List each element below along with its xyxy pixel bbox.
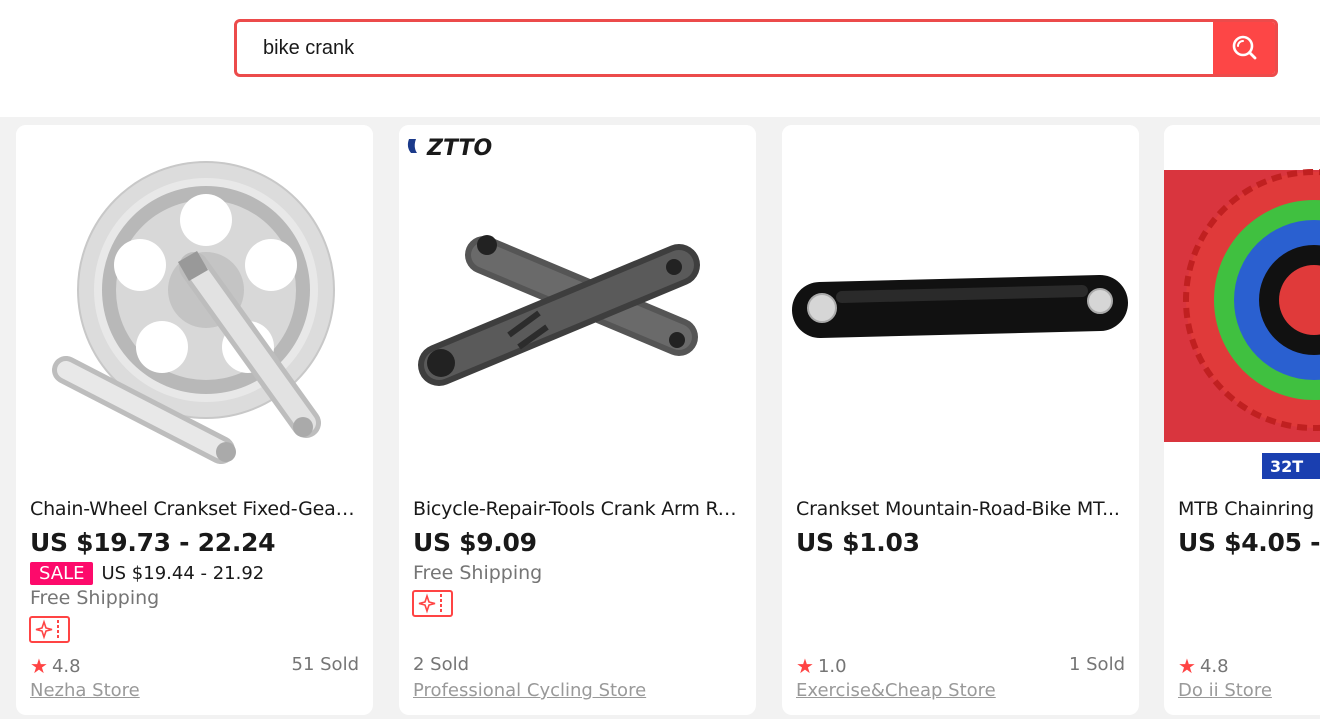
product-card[interactable]: Crankset Mountain-Road-Bike MT... US $1.… bbox=[782, 125, 1139, 715]
product-price: US $9.09 bbox=[413, 528, 537, 557]
product-image[interactable] bbox=[782, 125, 1139, 482]
rating-value: 1.0 bbox=[817, 655, 847, 677]
search-icon bbox=[1232, 35, 1257, 60]
size-badge: 32T bbox=[1270, 457, 1303, 476]
product-image[interactable] bbox=[16, 125, 373, 482]
store-link[interactable]: Nezha Store bbox=[30, 680, 140, 701]
search-button[interactable] bbox=[1213, 22, 1275, 74]
coupon-icon bbox=[29, 616, 70, 643]
product-rating: ★ 1.0 bbox=[796, 654, 847, 678]
sale-price: US $19.44 - 21.92 bbox=[101, 563, 265, 584]
search-bar bbox=[234, 19, 1278, 77]
product-price: US $4.05 - 5 bbox=[1178, 528, 1320, 557]
rating-value: 4.8 bbox=[1199, 655, 1229, 677]
product-price: US $19.73 - 22.24 bbox=[30, 528, 276, 557]
product-card[interactable]: Chain-Wheel Crankset Fixed-Gear ... US $… bbox=[16, 125, 373, 715]
shipping-info: Free Shipping bbox=[30, 587, 160, 609]
search-input[interactable] bbox=[237, 22, 1217, 74]
star-icon: ★ bbox=[30, 654, 48, 678]
shipping-info: Free Shipping bbox=[413, 562, 543, 584]
brand-logo-text: ZTTO bbox=[426, 136, 492, 161]
search-header bbox=[0, 0, 1320, 117]
store-link[interactable]: Professional Cycling Store bbox=[413, 680, 646, 701]
store-link[interactable]: Exercise&Cheap Store bbox=[796, 680, 996, 701]
store-link[interactable]: Do ii Store bbox=[1178, 680, 1272, 701]
product-title[interactable]: MTB Chainring C bbox=[1178, 498, 1320, 520]
product-title[interactable]: Chain-Wheel Crankset Fixed-Gear ... bbox=[30, 498, 360, 520]
product-image[interactable]: ZTTO bbox=[399, 125, 756, 482]
coupon-icon bbox=[412, 590, 453, 617]
sold-count: 2 Sold bbox=[413, 654, 470, 675]
product-title[interactable]: Bicycle-Repair-Tools Crank Arm Ro... bbox=[413, 498, 743, 520]
sale-row: SALE US $19.44 - 21.92 bbox=[30, 562, 264, 585]
sale-badge: SALE bbox=[30, 562, 94, 585]
product-card[interactable]: ZTTO Bicycle-Repair-Tools Crank Arm Ro..… bbox=[399, 125, 756, 715]
star-icon: ★ bbox=[796, 654, 814, 678]
product-image[interactable]: 32T bbox=[1164, 125, 1320, 482]
product-rating: ★ 4.8 bbox=[30, 654, 81, 678]
product-card[interactable]: 32T MTB Chainring C US $4.05 - 5 ★ 4.8 D… bbox=[1164, 125, 1320, 715]
rating-value: 4.8 bbox=[51, 655, 81, 677]
star-icon: ★ bbox=[1178, 654, 1196, 678]
product-title[interactable]: Crankset Mountain-Road-Bike MT... bbox=[796, 498, 1126, 520]
product-rating: ★ 4.8 bbox=[1178, 654, 1229, 678]
sold-count: 1 Sold bbox=[1068, 654, 1125, 675]
sold-count: 51 Sold bbox=[291, 654, 360, 675]
brand-logo: ZTTO bbox=[407, 136, 492, 161]
product-price: US $1.03 bbox=[796, 528, 920, 557]
